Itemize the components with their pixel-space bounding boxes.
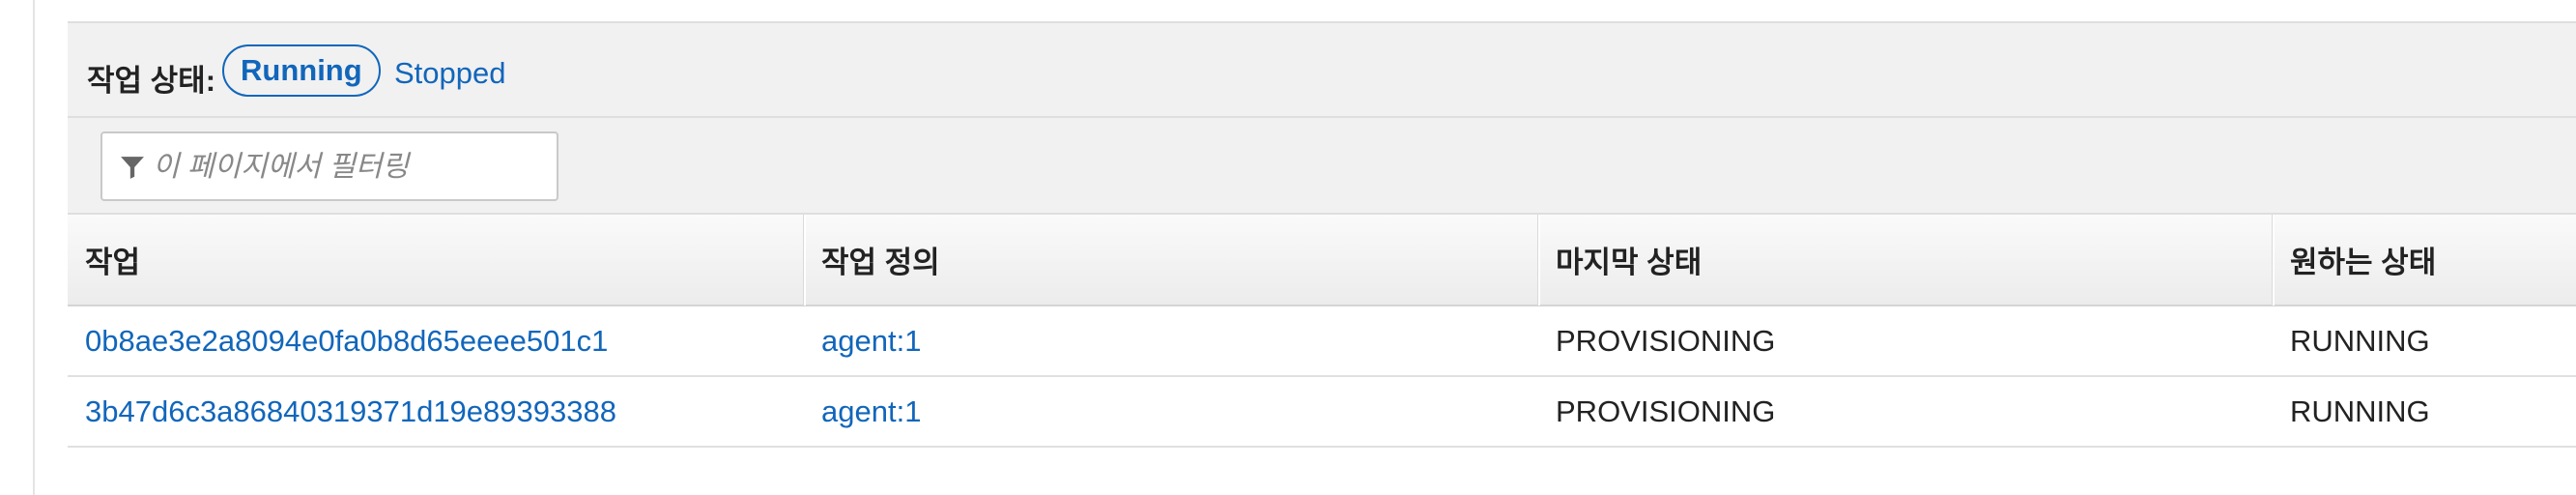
task-definition-link[interactable]: agent:1 [804, 306, 1538, 376]
task-id-link[interactable]: 3b47d6c3a86840319371d19e89393388 [68, 376, 804, 447]
filter-bar [68, 118, 2576, 215]
column-header-last-status[interactable]: 마지막 상태 [1538, 215, 2273, 306]
table-header-row: 작업 작업 정의 마지막 상태 원하는 상태 [68, 215, 2576, 306]
status-stopped-toggle[interactable]: Stopped [394, 56, 506, 91]
last-status-cell: PROVISIONING [1556, 323, 1776, 358]
tasks-panel: 작업 상태: Running Stopped 작업 작업 정의 마지막 상태 원… [68, 21, 2576, 451]
table-row: 3b47d6c3a86840319371d19e89393388 agent:1… [68, 376, 2576, 447]
column-header-desired-status[interactable]: 원하는 상태 [2273, 215, 2576, 306]
filter-icon [121, 157, 144, 179]
column-header-task-definition[interactable]: 작업 정의 [804, 215, 1538, 306]
last-status-cell: PROVISIONING [1556, 393, 1776, 428]
task-id-link[interactable]: 0b8ae3e2a8094e0fa0b8d65eeee501c1 [68, 306, 804, 376]
desired-status-cell: RUNNING [2290, 393, 2430, 428]
tasks-table: 작업 작업 정의 마지막 상태 원하는 상태 0b8ae3e2a8094e0fa… [68, 215, 2576, 448]
column-header-task[interactable]: 작업 [68, 215, 804, 306]
desired-status-cell: RUNNING [2290, 323, 2430, 358]
filter-field[interactable] [100, 131, 558, 201]
table-row: 0b8ae3e2a8094e0fa0b8d65eeee501c1 agent:1… [68, 306, 2576, 376]
task-status-bar: 작업 상태: Running Stopped [68, 21, 2576, 118]
filter-input[interactable] [151, 141, 551, 193]
page-left-border [33, 0, 35, 495]
task-definition-link[interactable]: agent:1 [804, 376, 1538, 447]
status-running-toggle[interactable]: Running [222, 44, 381, 97]
task-status-label: 작업 상태: [87, 64, 216, 98]
